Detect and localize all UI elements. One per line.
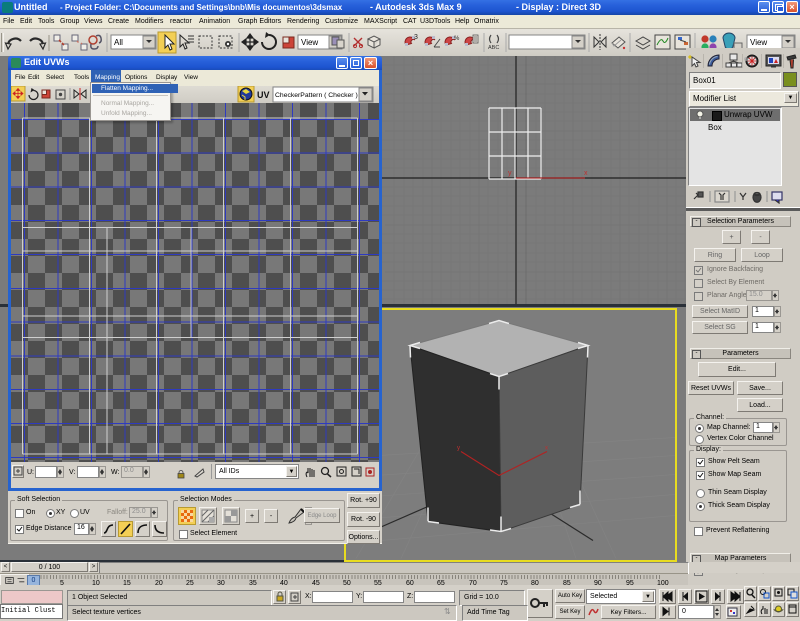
svg-text:x: x: [584, 170, 588, 177]
svg-text:x: x: [545, 445, 548, 451]
svg-text:View: View: [301, 38, 318, 47]
svg-text:%: %: [454, 36, 460, 42]
svg-text:ABC: ABC: [488, 45, 499, 51]
svg-text:3: 3: [414, 34, 418, 41]
svg-text:CheckerPattern ( Checker ): CheckerPattern ( Checker ): [275, 92, 358, 99]
svg-text:y: y: [457, 445, 460, 451]
svg-text:All: All: [114, 38, 123, 47]
svg-text:UV: UV: [257, 90, 270, 100]
svg-text:View: View: [750, 38, 767, 47]
svg-text:y: y: [508, 170, 512, 177]
